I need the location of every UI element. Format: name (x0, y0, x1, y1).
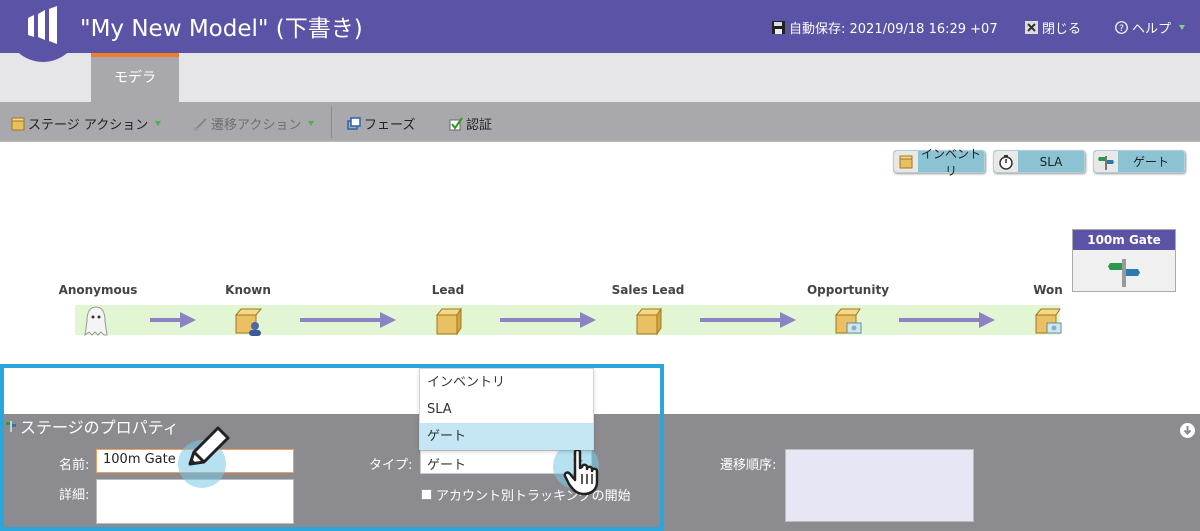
approve-button[interactable]: 認証 (449, 114, 492, 133)
page-title: "My New Model" (下書き) (80, 16, 363, 42)
tab-bar: モデラ (0, 53, 1200, 102)
stage-label: Won (1033, 283, 1063, 297)
gate-title: 100m Gate (1073, 230, 1175, 250)
stopwatch-icon (994, 151, 1018, 172)
properties-title-text: ステージのプロパティ (20, 418, 179, 437)
type-dropdown-list: インベントリ SLA ゲート (419, 368, 594, 450)
name-label: 名前: (59, 458, 90, 473)
transition-arrow[interactable] (899, 312, 995, 328)
signpost-icon (1094, 151, 1118, 172)
inventory-label: インベントリ (920, 146, 981, 178)
help-label: ヘルプ (1132, 22, 1172, 37)
pencil-icon (188, 426, 230, 466)
transition-order-list[interactable] (785, 449, 974, 522)
transition-arrow[interactable] (150, 312, 196, 328)
chevron-down-icon (155, 121, 162, 126)
box-icon (894, 151, 918, 172)
add-sla-button[interactable]: SLA (993, 150, 1085, 173)
toolbar-divider (331, 106, 332, 138)
box-money-icon[interactable] (1033, 305, 1063, 337)
transition-actions-menu[interactable]: 遷移アクション (194, 114, 315, 133)
gate-stage-100m[interactable]: 100m Gate (1072, 229, 1176, 292)
arrow-down-circle-icon (1183, 426, 1192, 435)
signpost-icon (1073, 250, 1175, 288)
phases-icon (347, 116, 361, 130)
box-icon[interactable] (433, 305, 463, 337)
chevron-down-icon (308, 121, 315, 126)
autosave-text: 自動保存: 2021/09/18 16:29 +07 (789, 22, 998, 37)
add-gate-button[interactable]: ゲート (1093, 150, 1185, 173)
add-inventory-button[interactable]: インベントリ (893, 147, 985, 178)
type-select-value: ゲート (427, 458, 467, 473)
transition-actions-label: 遷移アクション (211, 118, 302, 133)
transition-arrow[interactable] (300, 312, 396, 328)
type-label: タイプ: (369, 458, 413, 473)
stage-label: Opportunity (806, 283, 890, 297)
transition-order-label: 遷移順序: (720, 458, 777, 473)
box-person-icon[interactable] (233, 305, 263, 337)
collapse-panel-button[interactable] (1180, 423, 1195, 438)
phases-button[interactable]: フェーズ (347, 114, 415, 133)
close-button[interactable]: 閉じる (1025, 18, 1081, 37)
sla-label: SLA (1039, 154, 1063, 169)
dropdown-option-sla[interactable]: SLA (420, 396, 593, 423)
checkbox-box[interactable] (421, 489, 432, 500)
dropdown-option-inventory[interactable]: インベントリ (420, 369, 593, 396)
help-icon: ? (1115, 21, 1128, 34)
phases-label: フェーズ (364, 118, 416, 133)
close-icon (1025, 21, 1038, 34)
signpost-icon (6, 421, 16, 432)
stage-actions-menu[interactable]: ステージ アクション (11, 114, 162, 133)
account-tracking-label: アカウント別トラッキングの開始 (436, 489, 631, 504)
svg-text:?: ? (1119, 24, 1124, 34)
save-icon (772, 21, 785, 34)
gate-label: ゲート (1132, 155, 1169, 169)
tab-modeler[interactable]: モデラ (91, 53, 179, 102)
app-header: "My New Model" (下書き) 自動保存: 2021/09/18 16… (0, 0, 1200, 62)
approve-label: 認証 (466, 118, 493, 133)
detail-label: 詳細: (59, 488, 90, 503)
stage-label: Known (225, 283, 271, 297)
stage-label: Lead (431, 283, 465, 297)
ghost-icon[interactable] (81, 305, 111, 337)
autosave-status: 自動保存: 2021/09/18 16:29 +07 (772, 18, 998, 37)
connector-icon (194, 117, 207, 131)
toolbar: ステージ アクション 遷移アクション フェーズ 認証 (0, 102, 1200, 142)
close-label: 閉じる (1042, 22, 1082, 37)
hand-cursor-icon (563, 448, 599, 496)
stage-label: Anonymous (58, 283, 138, 297)
transition-arrow[interactable] (500, 312, 596, 328)
transition-arrow[interactable] (700, 312, 796, 328)
stage-actions-label: ステージ アクション (28, 118, 149, 133)
help-menu[interactable]: ? ヘルプ (1115, 18, 1186, 37)
box-icon[interactable] (633, 305, 663, 337)
box-money-icon[interactable] (833, 305, 863, 337)
stage-label: Sales Lead (611, 283, 685, 297)
dropdown-option-gate[interactable]: ゲート (420, 423, 593, 450)
properties-title: ステージのプロパティ (6, 414, 179, 438)
box-icon (11, 117, 25, 130)
approve-check-icon (449, 116, 463, 130)
chevron-down-icon (1179, 25, 1186, 30)
